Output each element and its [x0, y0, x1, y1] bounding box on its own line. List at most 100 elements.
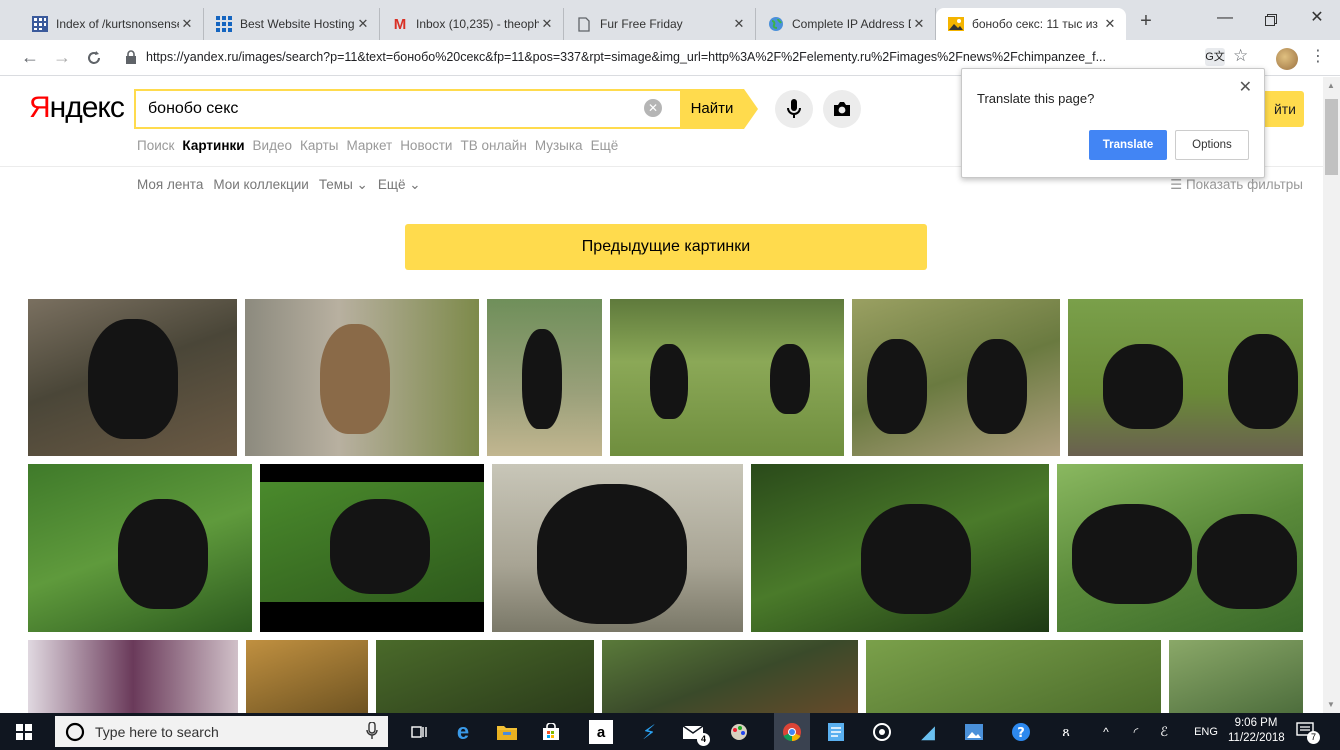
new-tab-button[interactable]: + [1134, 10, 1158, 34]
image-thumbnail[interactable] [602, 640, 858, 713]
forward-button[interactable]: → [50, 46, 74, 70]
nav-item-search[interactable]: Поиск [137, 138, 174, 153]
tab-fur-free-friday[interactable]: Fur Free Friday ✕ [564, 8, 756, 40]
pen-app-icon[interactable]: ◢ [914, 718, 942, 746]
image-thumbnail[interactable] [852, 299, 1060, 456]
tab-website-hosting[interactable]: Best Website Hosting S ✕ [204, 8, 380, 40]
image-thumbnail[interactable] [260, 464, 484, 632]
nav-item-news[interactable]: Новости [400, 138, 452, 153]
image-thumbnail[interactable] [28, 299, 237, 456]
image-thumbnail[interactable] [866, 640, 1161, 713]
close-window-button[interactable]: ✕ [1294, 8, 1340, 32]
cortana-circle-icon [65, 722, 85, 741]
image-search-button[interactable] [823, 90, 861, 128]
nav-item-more[interactable]: Ещё [591, 138, 619, 153]
image-thumbnail[interactable] [492, 464, 743, 632]
pen-tray-icon[interactable]: ℰ [1150, 718, 1178, 746]
image-thumbnail[interactable] [751, 464, 1049, 632]
image-thumbnail[interactable] [610, 299, 844, 456]
nav-item-images[interactable]: Картинки [182, 138, 244, 153]
start-button[interactable] [0, 713, 48, 750]
scroll-up-icon[interactable]: ▲ [1327, 81, 1335, 90]
close-icon[interactable]: ✕ [1239, 77, 1252, 97]
search-input[interactable]: бонобо секс ✕ [134, 89, 680, 129]
mail-icon[interactable]: 4 [680, 718, 710, 746]
image-thumbnail[interactable] [1057, 464, 1303, 632]
task-view-icon[interactable] [405, 718, 433, 746]
reload-button[interactable] [82, 46, 106, 70]
nav-item-market[interactable]: Маркет [346, 138, 392, 153]
edge-icon[interactable]: e [449, 718, 477, 746]
profile-avatar[interactable] [1276, 48, 1298, 70]
bookmark-star-icon[interactable]: ☆ [1233, 46, 1248, 66]
close-icon[interactable]: ✕ [179, 16, 195, 32]
nav-item-music[interactable]: Музыка [535, 138, 583, 153]
wifi-icon[interactable]: ◜ [1122, 718, 1150, 746]
mail-badge: 4 [697, 733, 710, 746]
amazon-icon[interactable]: a [589, 720, 613, 744]
translate-icon[interactable]: G文 [1205, 48, 1225, 66]
lightning-app-icon[interactable]: ⚡ [635, 718, 663, 746]
scrollbar-thumb[interactable] [1325, 99, 1338, 175]
close-icon[interactable]: ✕ [355, 16, 371, 32]
tab-title: Fur Free Friday [600, 17, 683, 31]
nav-item-maps[interactable]: Карты [300, 138, 338, 153]
action-center-icon[interactable]: 7 [1296, 720, 1320, 744]
back-button[interactable]: ← [18, 46, 42, 70]
grid-favicon-icon [32, 16, 48, 32]
image-thumbnail[interactable] [246, 640, 368, 713]
search-button[interactable]: Найти [680, 89, 744, 129]
minimize-button[interactable]: — [1202, 8, 1248, 32]
tab-index-kurtsnonsense[interactable]: Index of /kurtsnonsense ✕ [20, 8, 204, 40]
image-thumbnail[interactable] [28, 640, 238, 713]
subnav-my-feed[interactable]: Моя лента [137, 177, 203, 193]
chrome-icon[interactable] [774, 713, 810, 750]
close-icon[interactable]: ✕ [731, 16, 747, 32]
tab-strip: Index of /kurtsnonsense ✕ Best Website H… [0, 0, 1340, 40]
paint-icon[interactable] [725, 718, 753, 746]
previous-images-button[interactable]: Предыдущие картинки [405, 224, 927, 270]
page-scrollbar[interactable]: ▲ ▼ [1323, 77, 1340, 713]
help-icon[interactable]: ? [1007, 718, 1035, 746]
tab-inbox[interactable]: M Inbox (10,235) - theoph ✕ [380, 8, 564, 40]
microphone-icon[interactable] [366, 722, 378, 740]
image-thumbnail[interactable] [245, 299, 479, 456]
tab-title: Best Website Hosting S [240, 17, 355, 31]
logo-first-letter: Я [29, 91, 51, 124]
language-indicator[interactable]: ENG [1186, 718, 1226, 746]
subnav-my-collections[interactable]: Мои коллекции [213, 177, 308, 193]
close-icon[interactable]: ✕ [539, 16, 555, 32]
image-thumbnail[interactable] [487, 299, 602, 456]
restore-button[interactable] [1248, 8, 1294, 32]
options-button[interactable]: Options [1175, 130, 1249, 160]
image-thumbnail[interactable] [1169, 640, 1303, 713]
people-icon[interactable]: ጸ [1052, 718, 1080, 746]
close-icon[interactable]: ✕ [1102, 16, 1118, 32]
taskbar-clock[interactable]: 9:06 PM 11/22/2018 [1228, 716, 1285, 746]
show-filters-button[interactable]: ☰ Показать фильтры [1170, 177, 1303, 193]
voice-search-button[interactable] [775, 90, 813, 128]
show-hidden-icons[interactable]: ^ [1092, 718, 1120, 746]
nav-item-video[interactable]: Видео [253, 138, 292, 153]
image-thumbnail[interactable] [28, 464, 252, 632]
subnav-more[interactable]: Ещё ⌄ [378, 177, 421, 193]
file-explorer-icon[interactable] [493, 718, 521, 746]
yandex-logo[interactable]: Яндекс [29, 91, 125, 125]
taskbar-search-box[interactable]: Type here to search [55, 716, 388, 747]
tab-yandex-bonobo[interactable]: бонобо секс: 11 тыс из ✕ [936, 8, 1126, 40]
tab-ip-address[interactable]: Complete IP Address D ✕ [756, 8, 936, 40]
scroll-down-icon[interactable]: ▼ [1327, 700, 1335, 709]
store-icon[interactable] [537, 718, 565, 746]
gmail-icon: M [393, 15, 407, 33]
photos-icon[interactable] [960, 718, 988, 746]
groove-music-icon[interactable] [868, 718, 896, 746]
chrome-menu-icon[interactable]: ⋮ [1310, 46, 1326, 66]
notepad-icon[interactable] [822, 718, 850, 746]
close-icon[interactable]: ✕ [911, 16, 927, 32]
image-thumbnail[interactable] [1068, 299, 1303, 456]
translate-button[interactable]: Translate [1089, 130, 1167, 160]
subnav-themes[interactable]: Темы ⌄ [319, 177, 368, 193]
image-thumbnail[interactable] [376, 640, 594, 713]
clear-search-icon[interactable]: ✕ [644, 99, 662, 117]
nav-item-tv[interactable]: ТВ онлайн [460, 138, 526, 153]
